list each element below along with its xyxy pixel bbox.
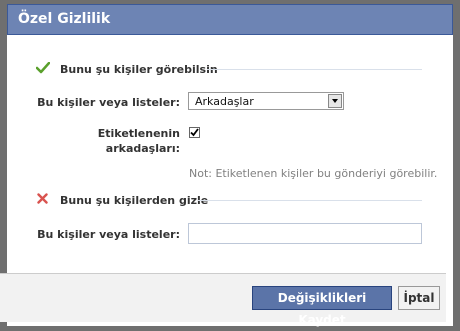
checkbox-check-icon [190,128,199,137]
tagged-friends-label-line2: arkadaşları: [105,142,180,155]
audience-selected-value: Arkadaşlar [195,95,254,108]
save-changes-button[interactable]: Değişiklikleri Kaydet [252,286,392,327]
tagged-friends-checkbox[interactable] [189,127,200,138]
chevron-down-icon [332,99,338,103]
show-people-label: Bu kişiler veya listeler: [37,96,180,109]
tag-note: Not: Etiketlenen kişiler bu gönderiyi gö… [189,167,438,180]
dialog-titlebar: Özel Gizlilik [7,4,453,35]
tagged-friends-label-line1: Etiketlenenin [97,127,180,140]
hide-section-title: Bunu şu kişilerden gizle [60,194,209,207]
cancel-button[interactable]: İptal [398,286,440,310]
dropdown-button[interactable] [328,94,342,108]
hide-people-input[interactable] [188,223,422,244]
show-section-title: Bunu şu kişiler görebilsin [60,63,218,76]
dialog-title: Özel Gizlilik [18,11,111,27]
hide-people-label: Bu kişiler veya listeler: [37,228,180,241]
cross-icon [37,193,48,204]
audience-select[interactable]: Arkadaşlar [188,92,344,110]
show-section-divider [207,69,422,70]
hide-section-divider [198,200,422,201]
checkmark-icon [36,62,50,74]
